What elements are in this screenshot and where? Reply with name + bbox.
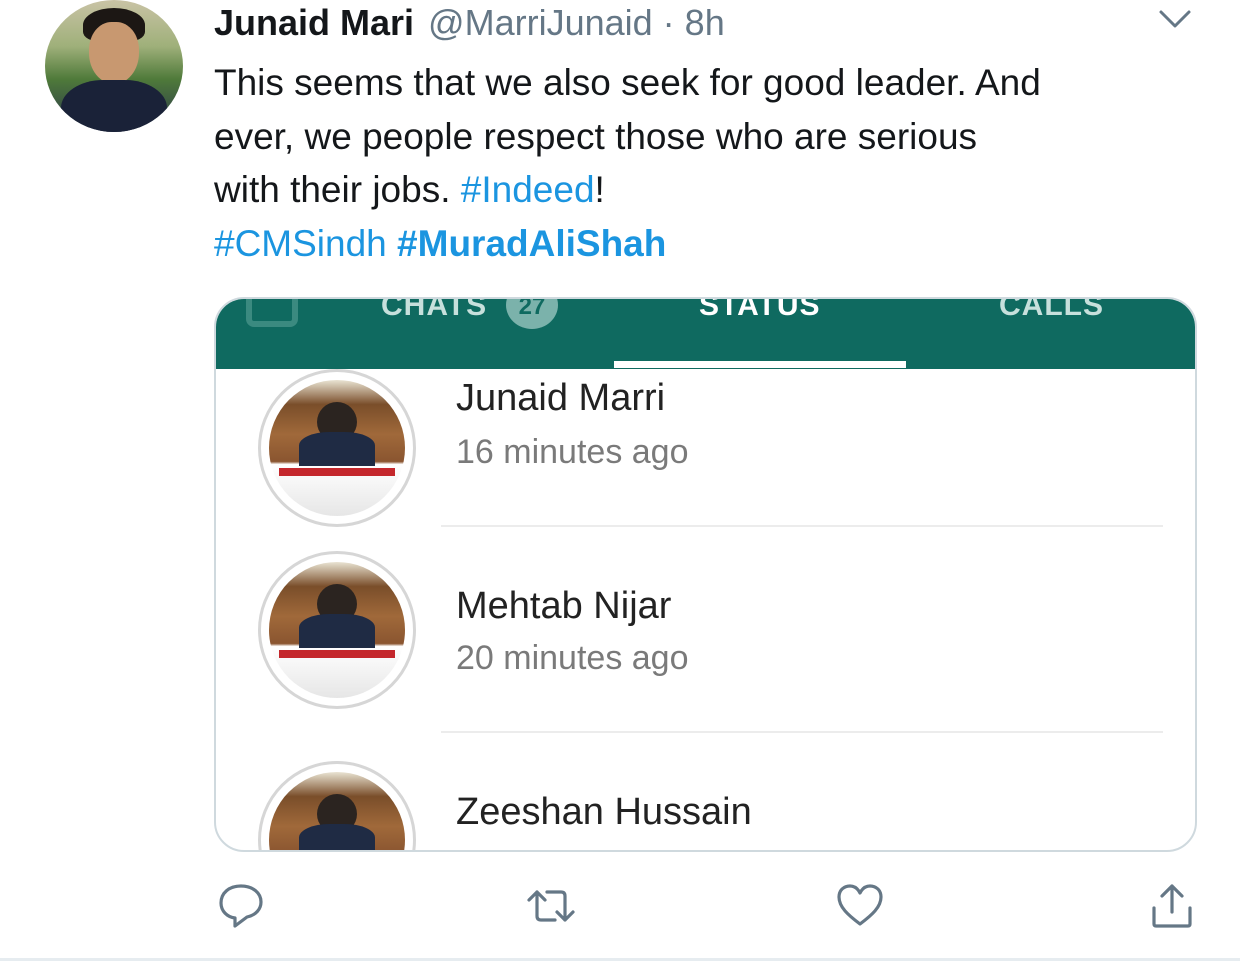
status-name: Junaid Marri <box>456 377 666 419</box>
tab-status: STATUS <box>699 297 821 322</box>
header-separator: · <box>662 2 675 43</box>
chevron-down-icon[interactable] <box>1156 4 1194 32</box>
tab-chats: CHATS <box>381 297 488 322</box>
thumbnail-photo <box>269 562 405 698</box>
share-icon[interactable] <box>1146 880 1198 932</box>
status-row: Mehtab Nijar 20 minutes ago <box>216 551 1195 751</box>
author-name[interactable]: Junaid Mari <box>214 2 414 44</box>
exclamation: ! <box>594 169 605 210</box>
author-handle[interactable]: @MarriJunaid <box>428 2 653 44</box>
thumbnail-suit <box>299 432 375 466</box>
hashtag-indeed[interactable]: #Indeed <box>461 169 595 210</box>
reply-icon[interactable] <box>215 880 267 932</box>
tweet-media-image[interactable]: CHATS 27 STATUS CALLS Junaid Marri 16 mi… <box>214 297 1197 852</box>
chats-badge: 27 <box>506 299 558 329</box>
retweet-icon[interactable] <box>525 880 577 932</box>
thumbnail-suit <box>299 824 375 850</box>
status-time: 20 minutes ago <box>456 639 689 677</box>
status-row: Zeeshan Hussain <box>216 761 1195 850</box>
tweet-header: Junaid Mari @MarriJunaid · 8h <box>214 2 725 44</box>
tweet-time[interactable]: 8h <box>685 2 725 44</box>
tweet-text-line-4: #CMSindh #MuradAliShah <box>214 217 1204 271</box>
row-divider <box>441 731 1163 733</box>
hashtag-muradalishah[interactable]: #MuradAliShah <box>397 223 666 264</box>
status-row: Junaid Marri 16 minutes ago <box>216 369 1195 571</box>
like-icon[interactable] <box>834 880 886 932</box>
status-name: Zeeshan Hussain <box>456 791 752 833</box>
status-thumbnail <box>258 551 416 709</box>
tweet-text: This seems that we also seek for good le… <box>214 56 1204 270</box>
tweet-text-line-3-text: with their jobs. <box>214 169 461 210</box>
tweet-bottom-divider <box>0 958 1240 961</box>
thumbnail-ticker <box>279 468 395 476</box>
thumbnail-ticker <box>279 650 395 658</box>
tweet-text-line-3: with their jobs. #Indeed! <box>214 163 1204 217</box>
status-thumbnail <box>258 369 416 527</box>
status-thumbnail <box>258 761 416 850</box>
avatar-body <box>61 80 167 132</box>
thumbnail-photo <box>269 772 405 850</box>
tab-calls: CALLS <box>999 297 1104 322</box>
row-divider <box>441 525 1163 527</box>
hashtag-cmsindh[interactable]: #CMSindh <box>214 223 387 264</box>
tweet-actions <box>0 878 1240 938</box>
status-time: 16 minutes ago <box>456 433 689 471</box>
tweet-text-line-1: This seems that we also seek for good le… <box>214 62 1041 103</box>
tweet-text-line-2: ever, we people respect those who are se… <box>214 115 978 157</box>
thumbnail-suit <box>299 614 375 648</box>
thumbnail-photo <box>269 380 405 516</box>
status-name: Mehtab Nijar <box>456 585 672 627</box>
camera-icon <box>246 299 298 327</box>
whatsapp-tab-bar: CHATS 27 STATUS CALLS <box>216 299 1195 369</box>
avatar-face <box>89 22 139 84</box>
author-avatar[interactable] <box>45 0 183 132</box>
tab-indicator <box>614 361 906 368</box>
